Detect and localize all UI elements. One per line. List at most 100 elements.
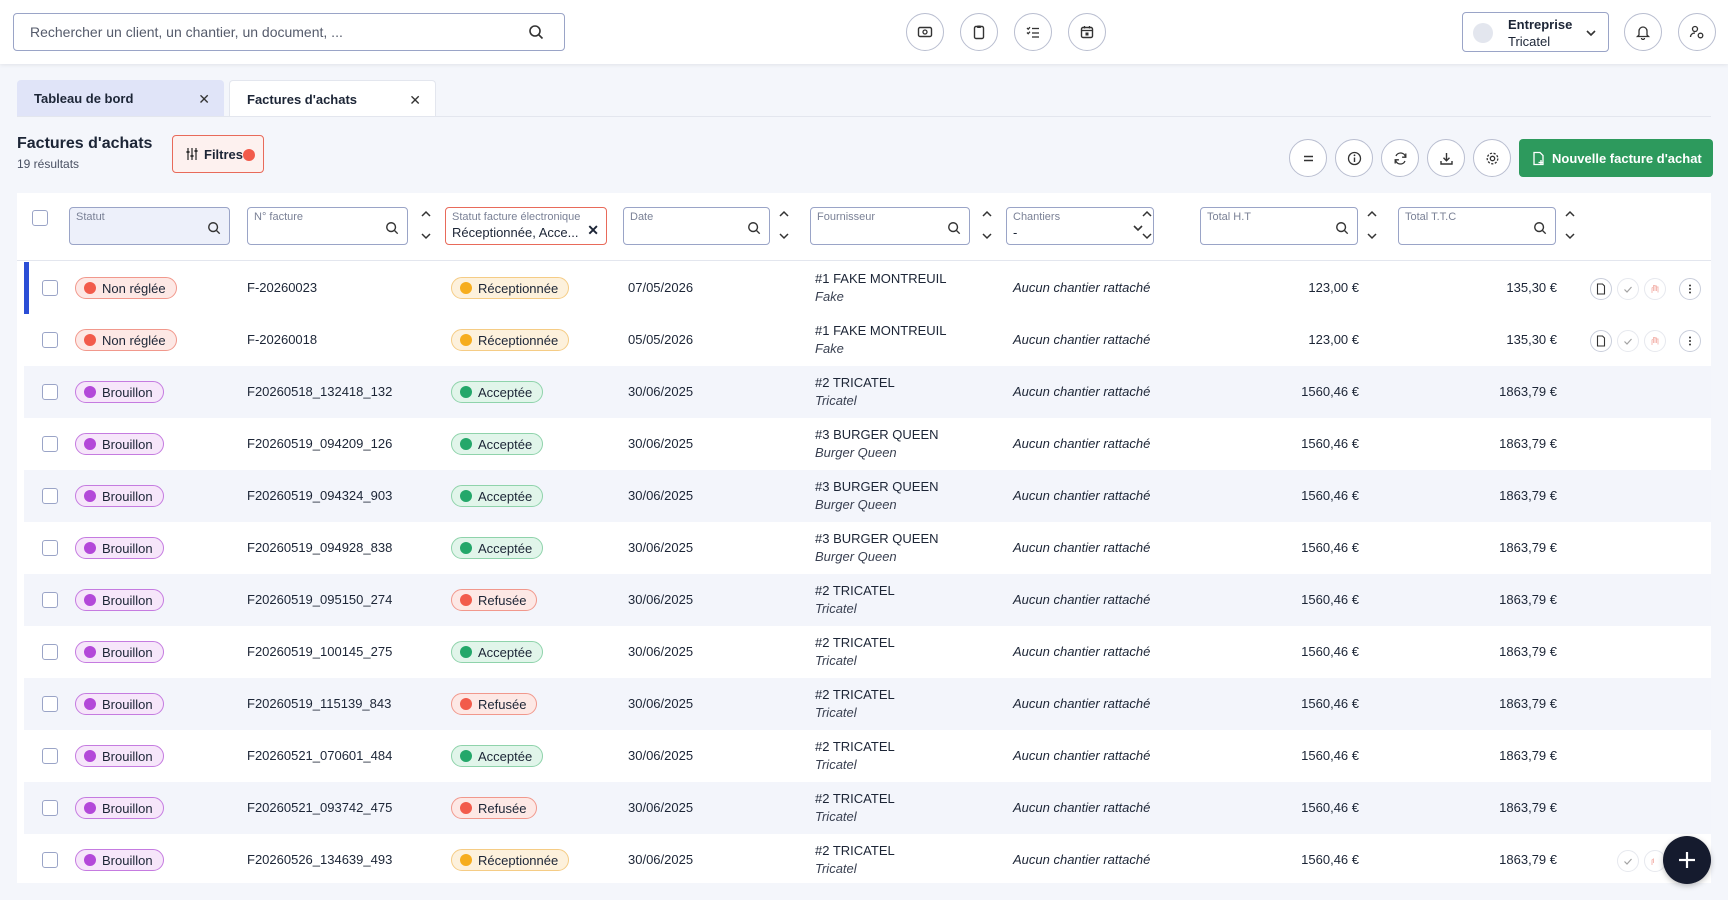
efact-badge: Acceptée <box>451 537 544 559</box>
chevron-up-icon <box>982 210 992 217</box>
table-row[interactable]: Brouillon F20260519_094324_903 Acceptée 30/… <box>24 470 1711 522</box>
row-checkbox[interactable] <box>42 488 58 504</box>
new-invoice-button[interactable]: Nouvelle facture d'achat <box>1519 139 1713 177</box>
invoice-number[interactable]: F20260521_070601_484 <box>247 748 392 763</box>
invoice-number[interactable]: F20260521_093742_475 <box>247 800 392 815</box>
company-selector[interactable]: Entreprise Tricatel <box>1462 12 1609 52</box>
status-badge: Brouillon <box>75 433 164 455</box>
close-icon[interactable]: ✕ <box>409 92 421 109</box>
supplier-subtitle: Fake <box>815 289 844 304</box>
invoice-number[interactable]: F20260519_094928_838 <box>247 540 392 555</box>
equals-icon <box>1303 155 1313 161</box>
row-checkbox[interactable] <box>42 852 58 868</box>
close-icon[interactable]: ✕ <box>587 222 599 239</box>
search-icon[interactable] <box>528 24 544 40</box>
filter-fournisseur[interactable]: Fournisseur <box>810 207 970 245</box>
search-input[interactable] <box>14 14 504 50</box>
table-row[interactable]: Brouillon F20260521_093742_475 Refusée 30/0… <box>24 782 1711 834</box>
table-row[interactable]: Brouillon F20260519_100145_275 Acceptée 30/… <box>24 626 1711 678</box>
global-search[interactable] <box>13 13 565 51</box>
invoice-number[interactable]: F20260518_132418_132 <box>247 384 392 399</box>
invoice-number[interactable]: F20260519_100145_275 <box>247 644 392 659</box>
sort-fournisseur[interactable] <box>980 207 994 245</box>
checklist-button[interactable] <box>1014 13 1052 51</box>
filter-numero[interactable]: N° facture <box>247 207 408 245</box>
row-checkbox[interactable] <box>42 540 58 556</box>
invoice-number[interactable]: F20260519_095150_274 <box>247 592 392 607</box>
filter-statut-electronique[interactable]: Statut facture électronique Réceptionnée… <box>445 207 607 245</box>
table-row[interactable]: Brouillon F20260519_115139_843 Refusée 30/0… <box>24 678 1711 730</box>
density-button[interactable] <box>1289 139 1327 177</box>
pdf-button[interactable] <box>1590 330 1612 352</box>
settings-user-button[interactable] <box>1678 13 1716 51</box>
validate-button[interactable] <box>1617 850 1639 872</box>
row-checkbox[interactable] <box>42 748 58 764</box>
info-button[interactable] <box>1335 139 1373 177</box>
chantier: Aucun chantier rattaché <box>1013 488 1151 503</box>
table-row[interactable]: Brouillon F20260526_134639_493 Réceptionné… <box>24 834 1711 883</box>
select-all-checkbox[interactable] <box>32 210 48 226</box>
close-icon[interactable]: ✕ <box>198 91 210 108</box>
row-menu-button[interactable] <box>1679 330 1701 352</box>
sort-chantiers[interactable] <box>1140 207 1154 245</box>
invoice-number[interactable]: F-20260018 <box>247 332 317 347</box>
invoice-date: 30/06/2025 <box>628 384 694 399</box>
sort-total-ttc[interactable] <box>1563 207 1577 245</box>
filter-statut[interactable]: Statut <box>69 207 230 245</box>
refresh-button[interactable] <box>1381 139 1419 177</box>
invoice-number[interactable]: F20260519_094324_903 <box>247 488 392 503</box>
invoice-number[interactable]: F20260519_094209_126 <box>247 436 392 451</box>
invoice-number[interactable]: F20260526_134639_493 <box>247 852 392 867</box>
row-checkbox[interactable] <box>42 280 58 296</box>
pay-button[interactable] <box>1644 278 1666 300</box>
tab-factures-achats[interactable]: Factures d'achats ✕ <box>229 80 436 116</box>
clipboard-button[interactable] <box>960 13 998 51</box>
filter-value: - <box>1013 225 1018 240</box>
supplier-name: #3 BURGER QUEEN <box>815 479 939 494</box>
status-dot <box>84 542 96 554</box>
notifications-button[interactable] <box>1624 13 1662 51</box>
row-checkbox[interactable] <box>42 696 58 712</box>
table-row[interactable]: Brouillon F20260519_094928_838 Acceptée 30/… <box>24 522 1711 574</box>
table-row[interactable]: Brouillon F20260519_095150_274 Refusée 30/0… <box>24 574 1711 626</box>
add-fab-button[interactable] <box>1663 836 1711 884</box>
filter-chantiers[interactable]: Chantiers - <box>1006 207 1154 245</box>
row-checkbox[interactable] <box>42 644 58 660</box>
export-button[interactable] <box>1427 139 1465 177</box>
table-row[interactable]: Non réglée F-20260023 Réceptionnée 07/05… <box>24 262 1711 314</box>
filter-date[interactable]: Date <box>623 207 770 245</box>
efact-badge: Acceptée <box>451 381 544 403</box>
calendar-button[interactable] <box>1068 13 1106 51</box>
pay-button[interactable] <box>1644 330 1666 352</box>
table-row[interactable]: Non réglée F-20260018 Réceptionnée 05/05… <box>24 314 1711 366</box>
row-checkbox[interactable] <box>42 384 58 400</box>
efact-label: Réceptionnée <box>478 852 559 868</box>
filter-total-ttc[interactable]: Total T.T.C <box>1398 207 1556 245</box>
sort-numero[interactable] <box>419 207 433 245</box>
validate-button[interactable] <box>1617 278 1639 300</box>
table-row[interactable]: Brouillon F20260518_132418_132 Acceptée 30/… <box>24 366 1711 418</box>
table-row[interactable]: Brouillon F20260519_094209_126 Acceptée 30/… <box>24 418 1711 470</box>
row-menu-button[interactable] <box>1679 278 1701 300</box>
sort-date[interactable] <box>777 207 791 245</box>
tab-tableau-de-bord[interactable]: Tableau de bord ✕ <box>17 80 224 116</box>
row-checkbox[interactable] <box>42 800 58 816</box>
sort-total-ht[interactable] <box>1365 207 1379 245</box>
table-row[interactable]: Brouillon F20260521_070601_484 Acceptée 30/… <box>24 730 1711 782</box>
total-ht: 1560,46 € <box>1301 592 1359 607</box>
row-checkbox[interactable] <box>42 332 58 348</box>
row-checkbox[interactable] <box>42 436 58 452</box>
filters-button[interactable]: Filtres <box>172 135 264 173</box>
efact-badge: Acceptée <box>451 433 544 455</box>
invoice-number[interactable]: F20260519_115139_843 <box>247 696 391 711</box>
filter-total-ht[interactable]: Total H.T <box>1200 207 1358 245</box>
payment-button[interactable] <box>906 13 944 51</box>
supplier-subtitle: Burger Queen <box>815 445 897 460</box>
search-icon <box>208 222 221 235</box>
invoice-number[interactable]: F-20260023 <box>247 280 317 295</box>
pdf-button[interactable] <box>1590 278 1612 300</box>
validate-button[interactable] <box>1617 330 1639 352</box>
total-ttc: 1863,79 € <box>1499 852 1557 867</box>
table-settings-button[interactable] <box>1473 139 1511 177</box>
row-checkbox[interactable] <box>42 592 58 608</box>
